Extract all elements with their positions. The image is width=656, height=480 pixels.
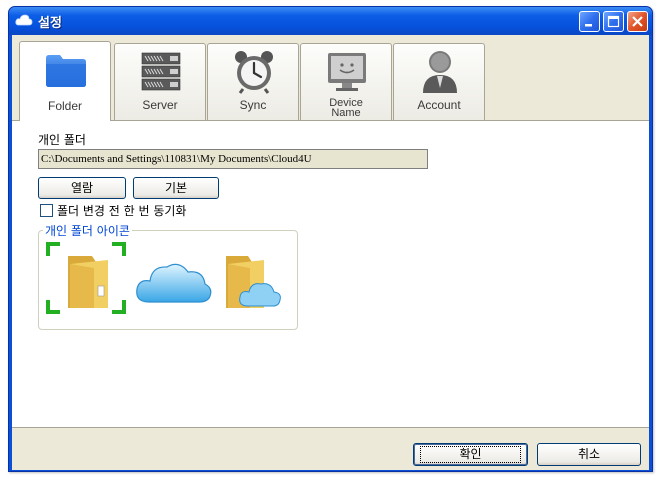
tab-label: Sync: [239, 98, 267, 112]
default-button[interactable]: 기본: [133, 177, 219, 199]
tab-strip: Folder Server Sync Device Name Account: [12, 35, 649, 121]
maximize-icon: [607, 15, 620, 28]
tab-account[interactable]: Account: [393, 43, 485, 120]
close-button[interactable]: [627, 11, 648, 32]
alarm-clock-icon: [235, 51, 273, 94]
window-title: 설정: [38, 16, 62, 31]
tab-label: Folder: [47, 99, 82, 113]
minimize-icon: [585, 24, 592, 27]
cloud-folder-icon-option[interactable]: [216, 242, 296, 314]
folder-icon: [68, 256, 108, 308]
sync-before-change-label[interactable]: 폴더 변경 전 한 번 동기화: [57, 202, 186, 219]
tab-label: Device Name: [329, 97, 363, 119]
user-icon: [423, 51, 457, 93]
folder-icon-option[interactable]: [46, 242, 126, 314]
cloud-icon: [136, 263, 212, 303]
minimize-button[interactable]: [579, 11, 600, 32]
title-bar[interactable]: 설정: [9, 7, 652, 35]
folder-settings-panel: 개인 폴더 C:\Documents and Settings\110831\M…: [12, 120, 649, 428]
tab-folder[interactable]: Folder: [19, 41, 111, 121]
sync-before-change-checkbox[interactable]: [40, 204, 53, 217]
open-button[interactable]: 열람: [38, 177, 126, 199]
folder-icon-group-title: 개인 폴더 아이콘: [43, 222, 132, 239]
tab-device-name[interactable]: Device Name: [300, 43, 392, 120]
cloud-icon: [15, 14, 33, 26]
server-icon: [141, 52, 181, 91]
cloud-icon-option[interactable]: [133, 242, 213, 314]
tab-sync[interactable]: Sync: [207, 43, 299, 120]
folder-path-field[interactable]: C:\Documents and Settings\110831\My Docu…: [38, 149, 428, 169]
close-icon: [632, 16, 643, 27]
tab-label: Server: [142, 98, 178, 112]
dialog-body: Folder Server Sync Device Name Account 개…: [12, 35, 649, 470]
cancel-button[interactable]: 취소: [537, 443, 641, 466]
folder-icon: [46, 55, 86, 87]
personal-folder-label: 개인 폴더: [38, 133, 86, 147]
tab-label: Account: [417, 98, 461, 112]
ok-button[interactable]: 확인: [413, 443, 528, 466]
settings-window: 설정 Folder Server Sync Device Name Accoun…: [8, 6, 653, 472]
maximize-button[interactable]: [603, 11, 624, 32]
cloud-folder-icon: [226, 256, 281, 308]
monitor-icon: [328, 53, 366, 91]
tab-server[interactable]: Server: [114, 43, 206, 120]
